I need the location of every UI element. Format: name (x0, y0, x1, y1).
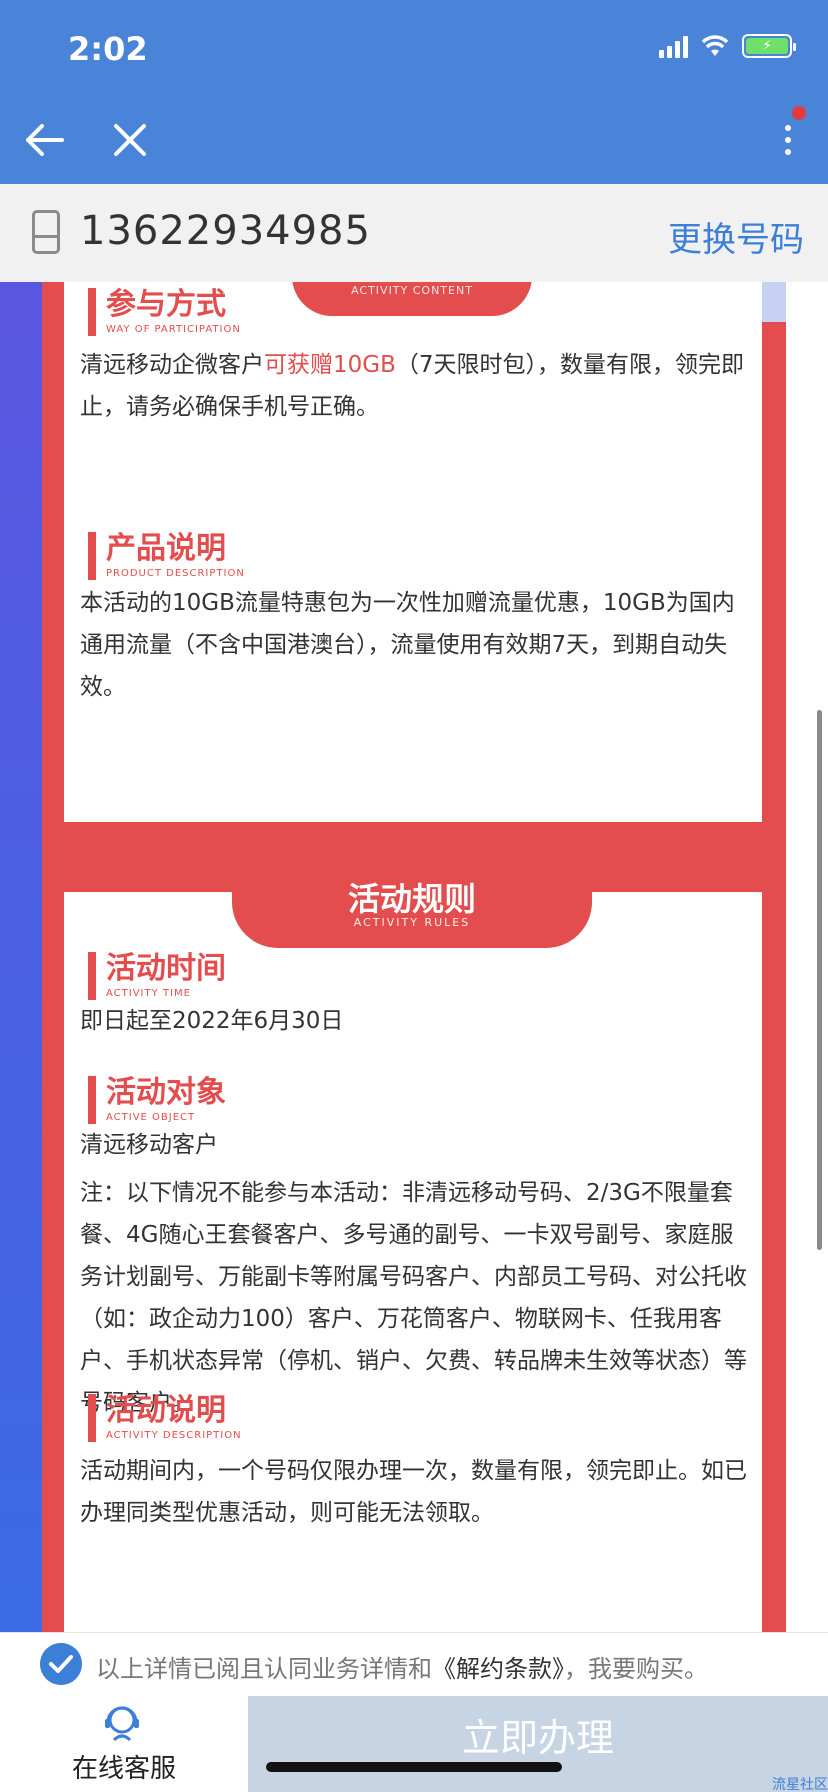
time-heading: 活动时间 ACTIVITY TIME (88, 952, 226, 1000)
phone-number: 13622934985 (80, 208, 371, 254)
terms-link[interactable]: 《解约条款》 (432, 1655, 564, 1683)
object-heading: 活动对象 ACTIVE OBJECT (88, 1076, 226, 1124)
phone-icon (32, 210, 60, 254)
home-indicator (266, 1762, 562, 1772)
online-service-label: 在线客服 (71, 1754, 176, 1784)
agreement-text: 以上详情已阅且认同业务详情和《解约条款》，我要购买。 (96, 1655, 708, 1683)
phone-number-row: 13622934985 更换号码 (0, 184, 828, 282)
bottom-bar: 在线客服 立即办理 (0, 1696, 828, 1792)
rules-tab: 活动规则 ACTIVITY RULES (232, 858, 592, 948)
apply-now-button[interactable]: 立即办理 (248, 1696, 828, 1792)
online-service-button[interactable]: 在线客服 (0, 1696, 248, 1792)
product-title-en: PRODUCT DESCRIPTION (106, 568, 245, 579)
description-text: 活动期间内，一个号码仅限办理一次，数量有限，领完即止。如已办理同类型优惠活动，则… (80, 1458, 747, 1526)
activity-content[interactable]: ACTIVITY CONTENT 参与方式 WAY OF PARTICIPATI… (0, 282, 828, 1632)
battery-charging-icon: ⚡ (742, 34, 796, 58)
background-left (0, 282, 42, 1632)
rules-tab-title: 活动规则 (347, 880, 476, 918)
check-circle-icon[interactable] (40, 1643, 82, 1685)
participation-title: 参与方式 (106, 287, 226, 322)
highlight-text: 可获赠10GB (264, 352, 396, 378)
watermark: 流星社区 (772, 1777, 828, 1792)
customer-service-icon (105, 1706, 139, 1742)
object-note: 注：以下情况不能参与本活动：非清远移动号码、2/3G不限量套餐、4G随心王套餐客… (80, 1180, 747, 1416)
description-title: 活动说明 (106, 1393, 226, 1428)
time-text: 即日起至2022年6月30日 (80, 1008, 344, 1034)
status-time: 2:02 (68, 30, 148, 68)
wifi-icon (701, 35, 729, 56)
rules-tab-title-en: ACTIVITY RULES (353, 916, 471, 929)
notification-dot (792, 106, 806, 120)
time-title: 活动时间 (106, 951, 226, 986)
participation-text: 清远移动企微客户可获赠10GB（7天限时包），数量有限，领完即止，请务必确保手机… (80, 352, 745, 420)
content-tab-label: ACTIVITY CONTENT (351, 284, 473, 297)
nav-bar (0, 96, 828, 184)
participation-heading: 参与方式 WAY OF PARTICIPATION (88, 288, 241, 336)
content-tab: ACTIVITY CONTENT (292, 282, 532, 316)
product-text: 本活动的10GB流量特惠包为一次性加赠流量优惠，10GB为国内通用流量（不含中国… (80, 590, 735, 700)
description-title-en: ACTIVITY DESCRIPTION (106, 1430, 242, 1441)
status-bar: 2:02 ⚡ (0, 0, 828, 96)
change-number-link[interactable]: 更换号码 (668, 212, 804, 261)
time-title-en: ACTIVITY TIME (106, 988, 191, 999)
agreement-row: 以上详情已阅且认同业务详情和《解约条款》，我要购买。 (0, 1632, 828, 1696)
status-icons: ⚡ (659, 34, 796, 58)
close-icon[interactable] (104, 114, 156, 166)
more-vertical-icon[interactable] (776, 114, 800, 166)
back-arrow-icon[interactable] (18, 114, 70, 166)
product-title: 产品说明 (106, 531, 226, 566)
product-heading: 产品说明 PRODUCT DESCRIPTION (88, 532, 245, 580)
cellular-signal-icon (659, 34, 688, 58)
participation-title-en: WAY OF PARTICIPATION (106, 324, 241, 335)
object-title-en: ACTIVE OBJECT (106, 1112, 196, 1123)
background-right (760, 282, 786, 322)
object-title: 活动对象 (106, 1075, 226, 1110)
scrollbar[interactable] (817, 710, 822, 1250)
description-heading: 活动说明 ACTIVITY DESCRIPTION (88, 1394, 242, 1442)
object-text: 清远移动客户 (80, 1132, 218, 1158)
